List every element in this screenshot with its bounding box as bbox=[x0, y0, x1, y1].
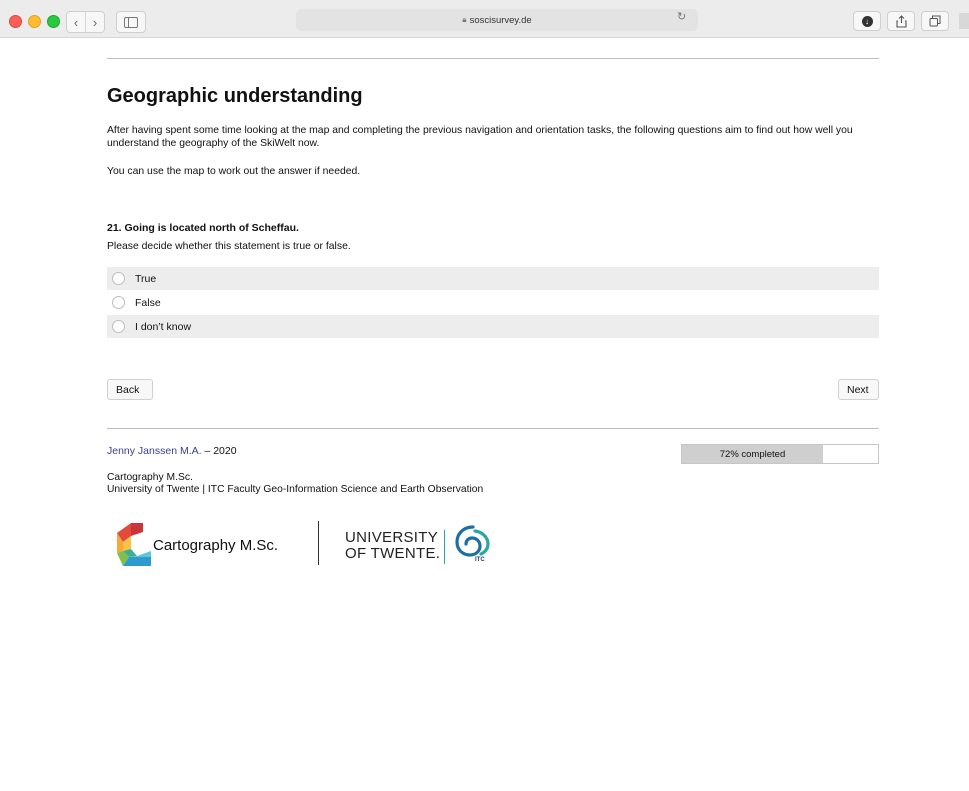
page-title: Geographic understanding bbox=[107, 85, 363, 107]
ut-logo-line1: UNIVERSITY bbox=[345, 529, 439, 546]
tabs-icon[interactable] bbox=[921, 11, 949, 31]
question-title: 21. Going is located north of Scheffau. bbox=[107, 222, 299, 234]
author-year: – 2020 bbox=[201, 445, 237, 457]
lock-icon: 🔒︎ bbox=[462, 15, 467, 24]
sidebar-icon[interactable] bbox=[116, 11, 146, 33]
window-controls bbox=[9, 15, 60, 28]
logo-divider bbox=[318, 521, 319, 565]
option-label: True bbox=[135, 272, 157, 285]
cartography-logo-icon bbox=[117, 523, 151, 566]
browser-toolbar: ‹ › 🔒︎ soscisurvey.de ↻ ↓ bbox=[0, 0, 969, 38]
share-icon[interactable] bbox=[887, 11, 915, 31]
itc-logo-icon: ITC bbox=[455, 525, 490, 563]
footer-institution: University of Twente | ITC Faculty Geo-I… bbox=[107, 484, 484, 495]
footer-program: Cartography M.Sc. bbox=[107, 472, 193, 483]
radio-button[interactable] bbox=[112, 296, 125, 309]
university-twente-logo: UNIVERSITY OF TWENTE. bbox=[345, 530, 440, 562]
footer-credits: Cartography M.Sc. University of Twente |… bbox=[107, 472, 483, 496]
option-false[interactable]: False bbox=[107, 291, 879, 314]
logos: Cartography M.Sc. UNIVERSITY OF TWENTE. … bbox=[107, 516, 527, 576]
radio-button[interactable] bbox=[112, 272, 125, 285]
option-true[interactable]: True bbox=[107, 267, 879, 290]
cartography-logo-text: Cartography M.Sc. bbox=[153, 537, 279, 554]
close-window-button[interactable] bbox=[9, 15, 22, 28]
intro-text: After having spent some time looking at … bbox=[107, 125, 853, 149]
forward-arrow-icon[interactable]: › bbox=[85, 12, 104, 32]
top-divider bbox=[107, 58, 879, 59]
progress-bar: 72% completed bbox=[681, 444, 879, 464]
author-link[interactable]: Jenny Janssen M.A. bbox=[107, 445, 202, 457]
new-tab-edge[interactable] bbox=[959, 13, 969, 29]
reload-icon[interactable]: ↻ bbox=[677, 10, 686, 23]
back-button[interactable]: Back bbox=[107, 379, 153, 400]
footer-divider bbox=[107, 428, 879, 429]
answer-options: True False I don’t know bbox=[107, 267, 879, 338]
author-line: Jenny Janssen M.A. – 2020 bbox=[107, 445, 237, 457]
minimize-window-button[interactable] bbox=[28, 15, 41, 28]
option-label: I don’t know bbox=[135, 320, 192, 333]
intro-hint: You can use the map to work out the answ… bbox=[107, 166, 361, 177]
ut-logo-line2: OF TWENTE. bbox=[345, 545, 441, 562]
download-icon[interactable]: ↓ bbox=[853, 11, 881, 31]
history-nav: ‹ › bbox=[66, 11, 105, 33]
question-instruction: Please decide whether this statement is … bbox=[107, 241, 351, 252]
next-button[interactable]: Next bbox=[838, 379, 879, 400]
itc-logo-text: ITC bbox=[475, 557, 485, 563]
address-bar[interactable]: 🔒︎ soscisurvey.de bbox=[296, 9, 698, 31]
progress-text: 72% completed bbox=[719, 448, 786, 460]
itc-divider bbox=[444, 530, 445, 564]
radio-button[interactable] bbox=[112, 320, 125, 333]
option-label: False bbox=[135, 296, 161, 309]
option-dont-know[interactable]: I don’t know bbox=[107, 315, 879, 338]
back-arrow-icon[interactable]: ‹ bbox=[67, 12, 85, 32]
zoom-window-button[interactable] bbox=[47, 15, 60, 28]
url-text: soscisurvey.de bbox=[469, 14, 532, 26]
